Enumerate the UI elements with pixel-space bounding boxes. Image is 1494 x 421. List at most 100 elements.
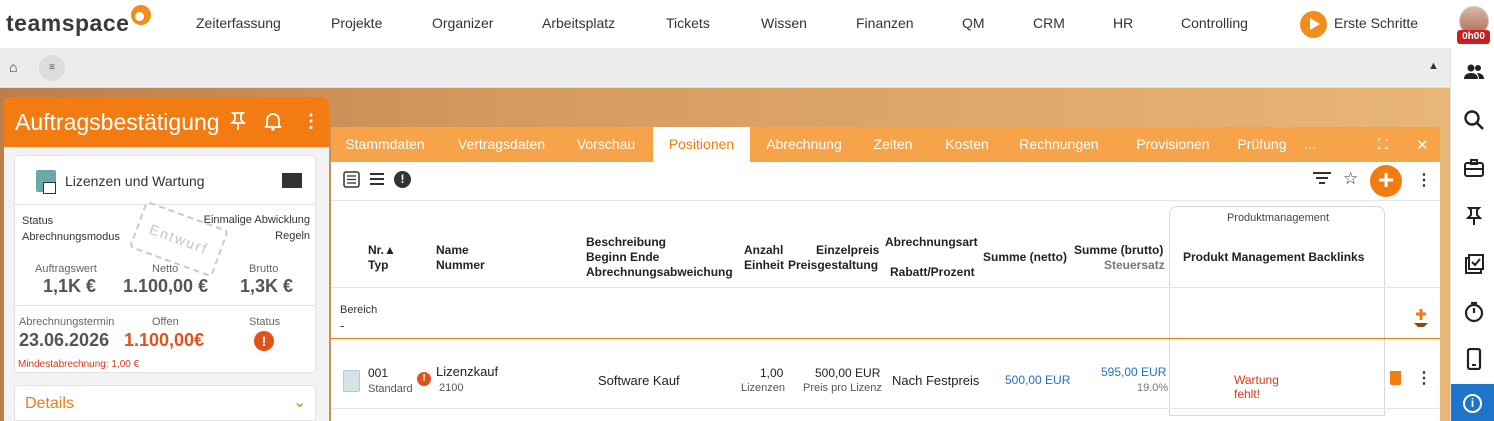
col-preisgestaltung[interactable]: Preisgestaltung: [788, 258, 878, 273]
status-value: Einmalige Abwicklung: [203, 214, 310, 226]
tab-provisionen[interactable]: Provisionen: [1117, 127, 1229, 162]
nav-crm[interactable]: CRM: [1033, 15, 1065, 31]
tab-stammdaten[interactable]: Stammdaten: [331, 127, 439, 162]
bell-icon[interactable]: [263, 111, 283, 136]
warning-icon[interactable]: !: [417, 372, 431, 386]
secondary-bar: ⌂ ≡ ▲: [0, 48, 1450, 88]
list-view-icon[interactable]: [343, 171, 360, 193]
row-backlink-warning-2[interactable]: fehlt!: [1234, 387, 1260, 402]
col-nummer[interactable]: Nummer: [436, 258, 485, 273]
nav-qm[interactable]: QM: [962, 15, 985, 31]
col-typ[interactable]: Typ: [368, 258, 388, 273]
teamspace-logo[interactable]: teamspace: [6, 5, 152, 37]
col-abrechnungsart[interactable]: Abrechnungsart: [885, 235, 978, 250]
details-section[interactable]: Details ⌄: [14, 385, 316, 421]
briefcase-icon[interactable]: [1463, 157, 1485, 179]
nav-wissen[interactable]: Wissen: [761, 15, 807, 31]
divider: [331, 408, 1440, 409]
nav-finanzen[interactable]: Finanzen: [856, 15, 914, 31]
time-badge[interactable]: 0h00: [1457, 30, 1490, 44]
status2-label: Status: [249, 316, 281, 328]
divider: [15, 204, 315, 205]
star-icon[interactable]: ☆: [1343, 169, 1358, 189]
card-title: Lizenzen und Wartung: [65, 173, 205, 189]
more-icon[interactable]: ⋮: [1416, 170, 1432, 190]
document-icon: [36, 170, 56, 194]
filter-icon[interactable]: [1312, 171, 1332, 192]
toolbar: ! ☆ + ⋮: [331, 162, 1440, 200]
tab-vertragsdaten[interactable]: Vertragsdaten: [444, 127, 559, 162]
nav-controlling[interactable]: Controlling: [1181, 15, 1248, 31]
row-backlink-warning[interactable]: Wartung: [1234, 373, 1279, 388]
grid-icon[interactable]: [282, 173, 302, 188]
warning-icon[interactable]: !: [394, 171, 411, 188]
pin-icon[interactable]: [229, 111, 247, 136]
row-einheit: Lizenzen: [741, 382, 786, 394]
menu-icon[interactable]: ≡: [39, 55, 65, 81]
col-anzahl[interactable]: Anzahl: [744, 243, 783, 258]
tab-pruefung[interactable]: Prüfung: [1228, 127, 1296, 162]
tab-bar: Stammdaten Vertragsdaten Vorschau Positi…: [331, 127, 1440, 162]
info-icon: i: [1463, 394, 1482, 413]
filter-label: Bereich: [340, 304, 378, 316]
play-icon[interactable]: [1300, 11, 1327, 38]
row-einzelpreis: 500,00 EUR: [815, 366, 881, 380]
timer-icon[interactable]: [1463, 301, 1485, 323]
trash-icon[interactable]: [1390, 371, 1401, 385]
row-beschreibung: Software Kauf: [598, 373, 680, 388]
col-summe-netto[interactable]: Summe (netto): [983, 250, 1067, 265]
filter-value[interactable]: -: [340, 318, 344, 333]
erste-schritte-link[interactable]: Erste Schritte: [1334, 15, 1418, 31]
pin-icon[interactable]: [1463, 205, 1485, 227]
warning-icon[interactable]: !: [254, 331, 274, 351]
col-backlinks[interactable]: Produkt Management Backlinks: [1183, 250, 1364, 265]
more-icon[interactable]: ⋮: [302, 111, 320, 132]
col-beschreibung[interactable]: Beschreibung: [586, 235, 666, 250]
tab-rechnungen[interactable]: Rechnungen: [1009, 127, 1109, 162]
col-rabatt[interactable]: Rabatt/Prozent: [890, 265, 975, 280]
tab-abrechnung[interactable]: Abrechnung: [756, 127, 852, 162]
phone-icon[interactable]: [1463, 347, 1485, 371]
col-name[interactable]: Name: [436, 243, 469, 258]
order-panel: Auftragsbestätigung ⋮ Lizenzen und Wartu…: [4, 97, 329, 421]
auftragswert-value: 1,1K €: [43, 276, 97, 296]
netto-label: Netto: [152, 263, 179, 275]
col-nr[interactable]: Nr.▲: [368, 243, 396, 258]
col-steuersatz[interactable]: Steuersatz: [1104, 258, 1165, 273]
details-label: Details: [25, 395, 74, 412]
row-nummer: 2100: [439, 382, 464, 394]
tab-positionen[interactable]: Positionen: [653, 127, 750, 162]
close-icon[interactable]: ✕: [1416, 136, 1429, 154]
nav-arbeitsplatz[interactable]: Arbeitsplatz: [542, 15, 615, 31]
search-icon[interactable]: [1463, 109, 1485, 131]
add-icon[interactable]: +: [1370, 165, 1402, 197]
mode-label: Abrechnungsmodus: [22, 231, 120, 243]
expand-icon[interactable]: ⛶: [1378, 136, 1388, 153]
col-einheit[interactable]: Einheit: [744, 258, 784, 273]
info-button[interactable]: i: [1451, 384, 1494, 421]
people-icon[interactable]: [1463, 61, 1485, 83]
nav-zeiterfassung[interactable]: Zeiterfassung: [196, 15, 281, 31]
collapse-icon[interactable]: ▲: [1428, 60, 1439, 72]
col-einzelpreis[interactable]: Einzelpreis: [816, 243, 879, 258]
divider: [331, 338, 1440, 339]
nav-organizer[interactable]: Organizer: [432, 15, 493, 31]
download-icon[interactable]: [1412, 308, 1428, 330]
nav-projekte[interactable]: Projekte: [331, 15, 382, 31]
mindestabrechnung: Mindestabrechnung: 1,00 €: [18, 359, 140, 370]
col-beginn-ende[interactable]: Beginn Ende: [586, 250, 659, 265]
nav-tickets[interactable]: Tickets: [666, 15, 710, 31]
col-summe-brutto[interactable]: Summe (brutto): [1074, 243, 1163, 258]
nav-hr[interactable]: HR: [1113, 15, 1133, 31]
list-icon[interactable]: [369, 171, 385, 192]
tab-kosten[interactable]: Kosten: [932, 127, 1002, 162]
row-more-icon[interactable]: ⋮: [1416, 368, 1432, 388]
tab-vorschau[interactable]: Vorschau: [566, 127, 646, 162]
tab-more[interactable]: ...: [1299, 127, 1321, 162]
col-abweichung[interactable]: Abrechnungsabweichung: [586, 265, 733, 280]
row-name[interactable]: Lizenzkauf: [436, 364, 498, 379]
divider: [15, 305, 315, 306]
checklist-icon[interactable]: [1463, 253, 1485, 275]
tab-zeiten[interactable]: Zeiten: [861, 127, 925, 162]
home-icon[interactable]: ⌂: [9, 59, 17, 75]
